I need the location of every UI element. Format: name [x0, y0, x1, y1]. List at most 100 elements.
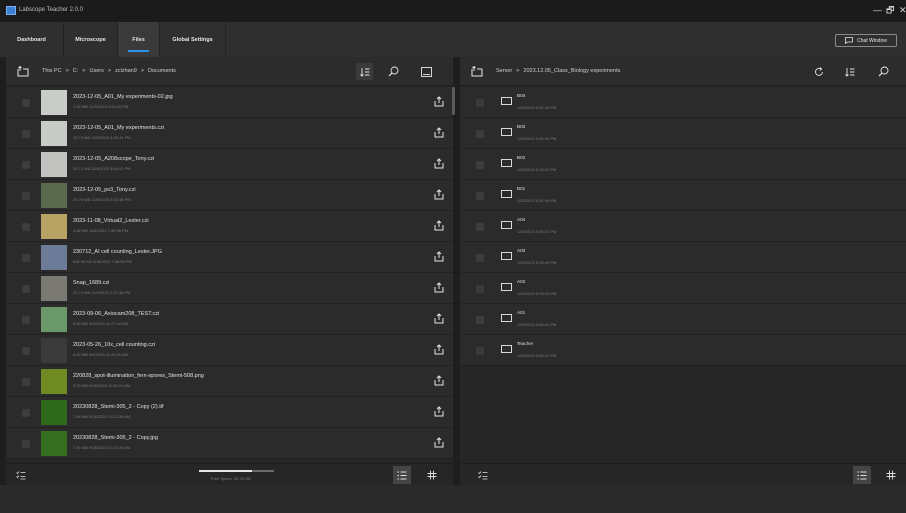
file-row[interactable]: 2023-11-08_Virtual2_Lester.czi 3.86 MB 1… [6, 211, 453, 242]
breadcrumb-item[interactable]: This PC [42, 68, 62, 74]
title-bar: Labscope Teacher 2.0.0 — 🗗 ✕ [0, 0, 906, 22]
local-list-scrollbar[interactable] [452, 87, 455, 115]
row-checkbox[interactable] [476, 130, 484, 138]
upload-icon[interactable] [434, 220, 444, 231]
file-meta: 3.86 MB 11/8/2023 7:49:56 PM [73, 228, 129, 233]
upload-icon[interactable] [434, 189, 444, 200]
list-view-icon[interactable] [393, 466, 411, 484]
file-row[interactable]: 2023-12-05_ps3_Tony.czi 23.75 MB 12/5/20… [6, 180, 453, 211]
row-checkbox[interactable] [22, 378, 30, 386]
file-row[interactable]: 20230828_Stemi-305_2 - Copy.jpg 7.99 MB … [6, 428, 453, 459]
folder-icon [501, 128, 512, 136]
file-meta: 7.99 MB 9/28/2023 11:23:25 AM [73, 445, 131, 450]
row-checkbox[interactable] [22, 440, 30, 448]
row-checkbox[interactable] [476, 223, 484, 231]
folder-row[interactable]: B03 12/5/2023 5:50:30 PM [460, 118, 906, 149]
breadcrumb-item[interactable]: 2023.12.05_Class_Biology experiments [523, 68, 620, 74]
folder-row[interactable]: Teacher 12/5/2023 4:48:41 PM [460, 335, 906, 366]
maximize-button[interactable]: 🗗 [886, 5, 894, 15]
row-checkbox[interactable] [22, 347, 30, 355]
folder-row[interactable]: B01 12/5/2023 5:31:49 PM [460, 180, 906, 211]
row-checkbox[interactable] [22, 223, 30, 231]
upload-icon[interactable] [434, 127, 444, 138]
row-checkbox[interactable] [22, 409, 30, 417]
file-row[interactable]: 20230828_Stemi-305_2 - Copy (2).tif 7.86… [6, 397, 453, 428]
upload-icon[interactable] [434, 251, 444, 262]
row-checkbox[interactable] [22, 99, 30, 107]
row-checkbox[interactable] [22, 161, 30, 169]
folder-row[interactable]: A04 12/5/2023 5:30:10 PM [460, 211, 906, 242]
breadcrumb-item[interactable]: zclzhan9 [115, 68, 137, 74]
folder-row[interactable]: A01 12/5/2023 4:48:41 PM [460, 304, 906, 335]
file-thumbnail [41, 121, 67, 146]
file-thumbnail [41, 183, 67, 208]
sort-icon[interactable] [841, 63, 858, 80]
tab-files[interactable]: Files [118, 22, 160, 57]
upload-icon[interactable] [434, 96, 444, 107]
grid-view-icon[interactable] [423, 466, 441, 484]
row-checkbox[interactable] [476, 99, 484, 107]
list-view-icon[interactable] [853, 466, 871, 484]
row-checkbox[interactable] [22, 254, 30, 262]
close-button[interactable]: ✕ [899, 5, 906, 15]
file-row[interactable]: 2023-09-06_Axiocam208_TEST.czi 6.88 MB 9… [6, 304, 453, 335]
folder-up-icon[interactable] [468, 63, 485, 80]
file-row[interactable]: 2023-12-05_A01_My experiments-02.jpg 1.9… [6, 87, 453, 118]
app-title: Labscope Teacher 2.0.0 [19, 7, 83, 13]
row-checkbox[interactable] [22, 192, 30, 200]
file-row[interactable]: 220828_spot-illumination_fern-spores_Ste… [6, 366, 453, 397]
upload-icon[interactable] [434, 313, 444, 324]
tab-global-settings[interactable]: Global Settings [160, 22, 226, 57]
chat-icon [845, 37, 854, 44]
row-checkbox[interactable] [476, 192, 484, 200]
select-all-icon[interactable] [12, 466, 30, 484]
upload-icon[interactable] [434, 375, 444, 386]
refresh-icon[interactable] [810, 63, 827, 80]
row-checkbox[interactable] [476, 347, 484, 355]
file-meta: 6.00 MB 9/6/2023 11:23:26 AM [73, 352, 128, 357]
folder-icon [501, 221, 512, 229]
chat-window-button[interactable]: Chat Window [835, 34, 897, 47]
folder-row[interactable]: B02 12/5/2023 5:32:02 PM [460, 149, 906, 180]
breadcrumb-item[interactable]: Users [90, 68, 104, 74]
upload-icon[interactable] [434, 437, 444, 448]
row-checkbox[interactable] [476, 316, 484, 324]
gallery-icon[interactable] [418, 63, 435, 80]
file-row[interactable]: 2023-05-26_10x_cell counting.czi 6.00 MB… [6, 335, 453, 366]
file-row[interactable]: 230712_AI cell counting_Lester.JPG 630.0… [6, 242, 453, 273]
tab-microscope[interactable]: Microscope [64, 22, 118, 57]
breadcrumb-item[interactable]: Documents [148, 68, 176, 74]
row-checkbox[interactable] [476, 285, 484, 293]
file-meta: 23.71 MB 12/5/2023 3:04:41 PM [73, 166, 131, 171]
minimize-button[interactable]: — [873, 5, 882, 15]
file-row[interactable]: 2023-12-05_A208scope_Tony.czi 23.71 MB 1… [6, 149, 453, 180]
folder-up-icon[interactable] [14, 63, 31, 80]
folder-meta: 12/5/2023 5:09:29 PM [517, 291, 557, 296]
row-checkbox[interactable] [22, 285, 30, 293]
row-checkbox[interactable] [476, 161, 484, 169]
file-meta: 7.86 MB 9/28/2023 11:23:26 AM [73, 414, 131, 419]
file-thumbnail [41, 338, 67, 363]
upload-icon[interactable] [434, 344, 444, 355]
folder-icon [501, 314, 512, 322]
select-all-icon[interactable] [474, 466, 492, 484]
grid-view-icon[interactable] [882, 466, 900, 484]
folder-row[interactable]: A02 12/5/2023 5:09:29 PM [460, 273, 906, 304]
row-checkbox[interactable] [22, 316, 30, 324]
tab-dashboard[interactable]: Dashboard [0, 22, 64, 57]
folder-row[interactable]: A03 12/5/2023 5:29:49 PM [460, 242, 906, 273]
file-row[interactable]: Snap_1689.czi 22.74 MB 11/3/2023 2:13:36… [6, 273, 453, 304]
upload-icon[interactable] [434, 406, 444, 417]
folder-row[interactable]: B04 12/5/2023 5:52:44 PM [460, 87, 906, 118]
breadcrumb-item[interactable]: Server [496, 68, 512, 74]
breadcrumb-item[interactable]: C: [73, 68, 79, 74]
file-row[interactable]: 2023-12-05_A01_My experiments.czi 15.70 … [6, 118, 453, 149]
sort-icon[interactable] [356, 63, 373, 80]
folder-name: A03 [517, 248, 526, 253]
upload-icon[interactable] [434, 282, 444, 293]
row-checkbox[interactable] [22, 130, 30, 138]
search-image-icon[interactable] [875, 63, 892, 80]
row-checkbox[interactable] [476, 254, 484, 262]
search-image-icon[interactable] [385, 63, 402, 80]
upload-icon[interactable] [434, 158, 444, 169]
